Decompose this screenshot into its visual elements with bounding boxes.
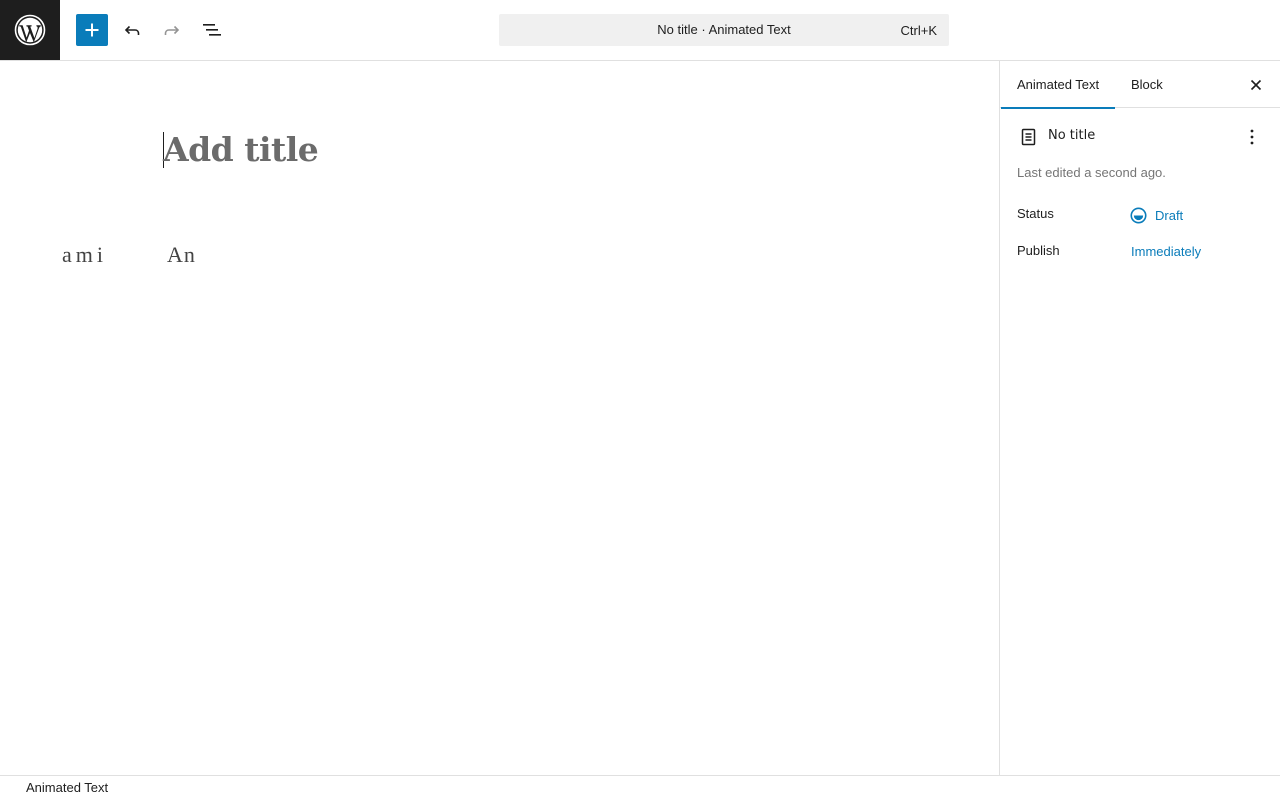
page-icon — [1021, 128, 1036, 146]
animated-text-fragment: An — [167, 242, 196, 267]
document-summary: No title — [1017, 123, 1267, 147]
animated-text-fragment: ami — [62, 242, 107, 267]
publish-label: Publish — [1017, 243, 1060, 258]
draft-status-icon — [1130, 206, 1147, 224]
keyboard-shortcut-label: Ctrl+K — [900, 23, 937, 38]
wordpress-logo-icon — [14, 14, 46, 46]
close-sidebar-button[interactable] — [1244, 73, 1268, 97]
status-value: Draft — [1155, 207, 1184, 223]
status-label: Status — [1017, 206, 1054, 221]
document-title-label: No title · Animated Text — [657, 22, 791, 37]
tab-block[interactable]: Block — [1131, 61, 1163, 108]
breadcrumb-item[interactable]: Animated Text — [26, 780, 108, 795]
settings-sidebar: Animated Text Block No title Last edited… — [999, 61, 1280, 775]
status-draft-button[interactable]: Draft — [1130, 205, 1183, 225]
redo-icon — [164, 25, 180, 35]
last-edited-text: Last edited a second ago. — [1017, 165, 1166, 180]
more-vertical-icon — [1250, 129, 1254, 145]
wordpress-logo-button[interactable] — [0, 0, 60, 60]
close-icon — [1250, 79, 1262, 91]
plus-icon — [85, 23, 99, 37]
block-breadcrumb-bar: Animated Text — [0, 775, 1280, 800]
post-title-input[interactable]: Add title — [163, 130, 319, 169]
tab-document[interactable]: Animated Text — [1001, 61, 1115, 109]
add-block-button[interactable] — [76, 14, 108, 46]
document-options-button[interactable] — [1240, 125, 1264, 149]
document-title: No title — [1048, 128, 1096, 143]
redo-button[interactable] — [156, 14, 188, 46]
editor-canvas[interactable]: Add title ami An — [0, 61, 999, 775]
publish-date-button[interactable]: Immediately — [1131, 244, 1201, 259]
undo-icon — [124, 25, 140, 35]
list-view-icon — [203, 24, 221, 36]
undo-button[interactable] — [116, 14, 148, 46]
document-overview-button[interactable] — [196, 14, 228, 46]
editor-top-bar: No title · Animated Text Ctrl+K — [0, 0, 1280, 61]
command-palette-bar[interactable]: No title · Animated Text Ctrl+K — [499, 14, 949, 46]
sidebar-tabs: Animated Text Block — [1000, 61, 1280, 109]
